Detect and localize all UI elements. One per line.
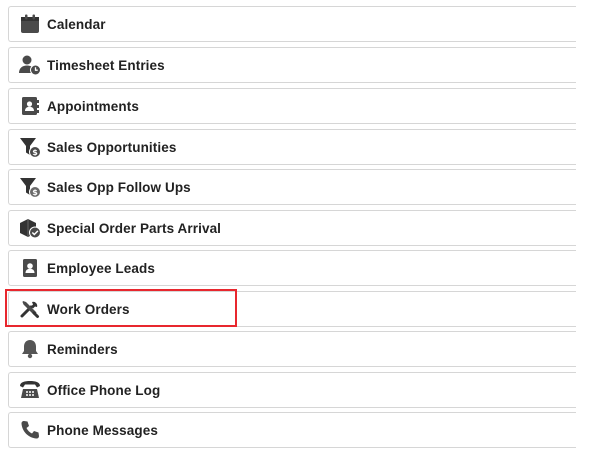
calendar-icon [19, 13, 41, 35]
bell-icon [19, 338, 41, 360]
id-badge-icon [19, 257, 41, 279]
menu-item-phone-messages[interactable]: Phone Messages [8, 412, 576, 448]
menu-item-office-phone-log[interactable]: Office Phone Log [8, 372, 576, 408]
menu-item-label: Reminders [47, 341, 118, 357]
menu-item-label: Appointments [47, 98, 139, 114]
menu-item-label: Sales Opportunities [47, 139, 177, 155]
menu-item-reminders[interactable]: Reminders [8, 331, 576, 367]
menu-item-label: Work Orders [47, 301, 130, 317]
dashboard-menu: Calendar Timesheet Entries Appointments … [0, 0, 600, 458]
phone-icon [19, 419, 41, 441]
menu-item-appointments[interactable]: Appointments [8, 88, 576, 124]
menu-item-label: Employee Leads [47, 260, 155, 276]
menu-item-label: Special Order Parts Arrival [47, 220, 222, 236]
menu-item-calendar[interactable]: Calendar [8, 6, 576, 42]
menu-item-label: Calendar [47, 16, 106, 32]
menu-item-timesheet-entries[interactable]: Timesheet Entries [8, 47, 576, 83]
funnel-dollar-icon: $ [19, 136, 41, 158]
user-clock-icon [19, 54, 41, 76]
menu-item-sales-opp-follow-ups[interactable]: $ Sales Opp Follow Ups [8, 169, 576, 205]
menu-item-special-order-parts-arrival[interactable]: Special Order Parts Arrival [8, 210, 576, 246]
tools-icon [19, 298, 41, 320]
box-check-icon [19, 217, 41, 239]
office-phone-icon [19, 379, 41, 401]
menu-item-label: Office Phone Log [47, 382, 161, 398]
address-book-icon [19, 95, 41, 117]
menu-item-label: Sales Opp Follow Ups [47, 179, 191, 195]
menu-item-sales-opportunities[interactable]: $ Sales Opportunities [8, 129, 576, 165]
funnel-dollar-icon: $ [19, 176, 41, 198]
menu-item-label: Phone Messages [47, 422, 158, 438]
svg-text:$: $ [32, 148, 38, 157]
menu-item-employee-leads[interactable]: Employee Leads [8, 250, 576, 286]
menu-item-work-orders[interactable]: Work Orders [8, 291, 576, 327]
menu-item-label: Timesheet Entries [47, 57, 165, 73]
svg-text:$: $ [32, 188, 38, 197]
